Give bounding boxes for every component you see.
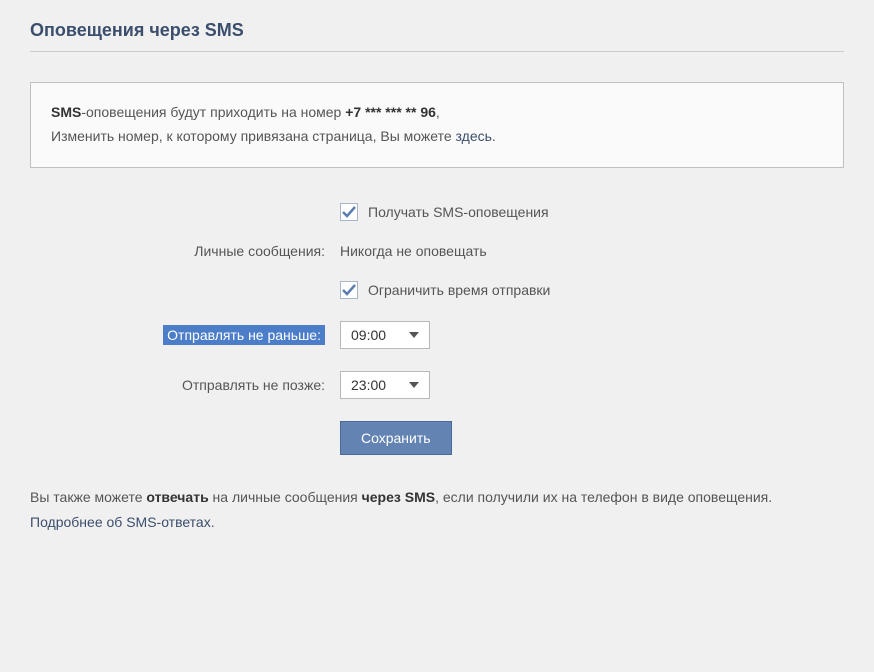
- footer-bold2: через SMS: [362, 489, 435, 505]
- checkmark-icon: [341, 282, 357, 298]
- row-save: Сохранить: [90, 421, 844, 455]
- save-button[interactable]: Сохранить: [340, 421, 452, 455]
- receive-sms-label: Получать SMS-оповещения: [368, 204, 549, 220]
- not-later-select[interactable]: 23:00: [340, 371, 430, 399]
- footer-bold1: отвечать: [146, 489, 208, 505]
- footer-end: .: [211, 514, 215, 530]
- form-area: Получать SMS-оповещения Личные сообщения…: [90, 203, 844, 455]
- not-later-label: Отправлять не позже:: [90, 377, 340, 393]
- caret-down-icon: [409, 382, 419, 388]
- not-earlier-value: 09:00: [351, 327, 386, 343]
- footer-part2: на личные сообщения: [209, 489, 362, 505]
- footer-text: Вы также можете отвечать на личные сообщ…: [30, 485, 844, 535]
- notice-box: SMS-оповещения будут приходить на номер …: [30, 82, 844, 168]
- row-not-earlier: Отправлять не раньше: 09:00: [90, 321, 844, 349]
- change-number-link[interactable]: здесь: [456, 128, 492, 144]
- checkmark-icon: [341, 204, 357, 220]
- personal-messages-label: Личные сообщения:: [90, 243, 340, 259]
- row-limit-time: Ограничить время отправки: [90, 281, 844, 299]
- not-earlier-label-wrap: Отправлять не раньше:: [90, 327, 340, 343]
- caret-down-icon: [409, 332, 419, 338]
- notice-sms-bold: SMS: [51, 104, 81, 120]
- footer-part1: Вы также можете: [30, 489, 146, 505]
- not-later-value: 23:00: [351, 377, 386, 393]
- row-not-later: Отправлять не позже: 23:00: [90, 371, 844, 399]
- notice-phone: +7 *** *** ** 96: [345, 104, 436, 120]
- not-earlier-label: Отправлять не раньше:: [163, 325, 325, 345]
- footer-part3: , если получили их на телефон в виде опо…: [435, 489, 772, 505]
- limit-time-label: Ограничить время отправки: [368, 282, 550, 298]
- notice-text-2: Изменить номер, к которому привязана стр…: [51, 128, 456, 144]
- row-personal-messages: Личные сообщения: Никогда не оповещать: [90, 243, 844, 259]
- notice-text-1-end: ,: [436, 104, 440, 120]
- limit-time-checkbox[interactable]: [340, 281, 358, 299]
- sms-replies-link[interactable]: Подробнее об SMS-ответах: [30, 514, 211, 530]
- page-heading: Оповещения через SMS: [30, 20, 844, 52]
- notice-text-1: -оповещения будут приходить на номер: [81, 104, 345, 120]
- receive-sms-checkbox[interactable]: [340, 203, 358, 221]
- personal-messages-value[interactable]: Никогда не оповещать: [340, 243, 487, 259]
- notice-text-2-end: .: [492, 128, 496, 144]
- row-receive-sms: Получать SMS-оповещения: [90, 203, 844, 221]
- not-earlier-select[interactable]: 09:00: [340, 321, 430, 349]
